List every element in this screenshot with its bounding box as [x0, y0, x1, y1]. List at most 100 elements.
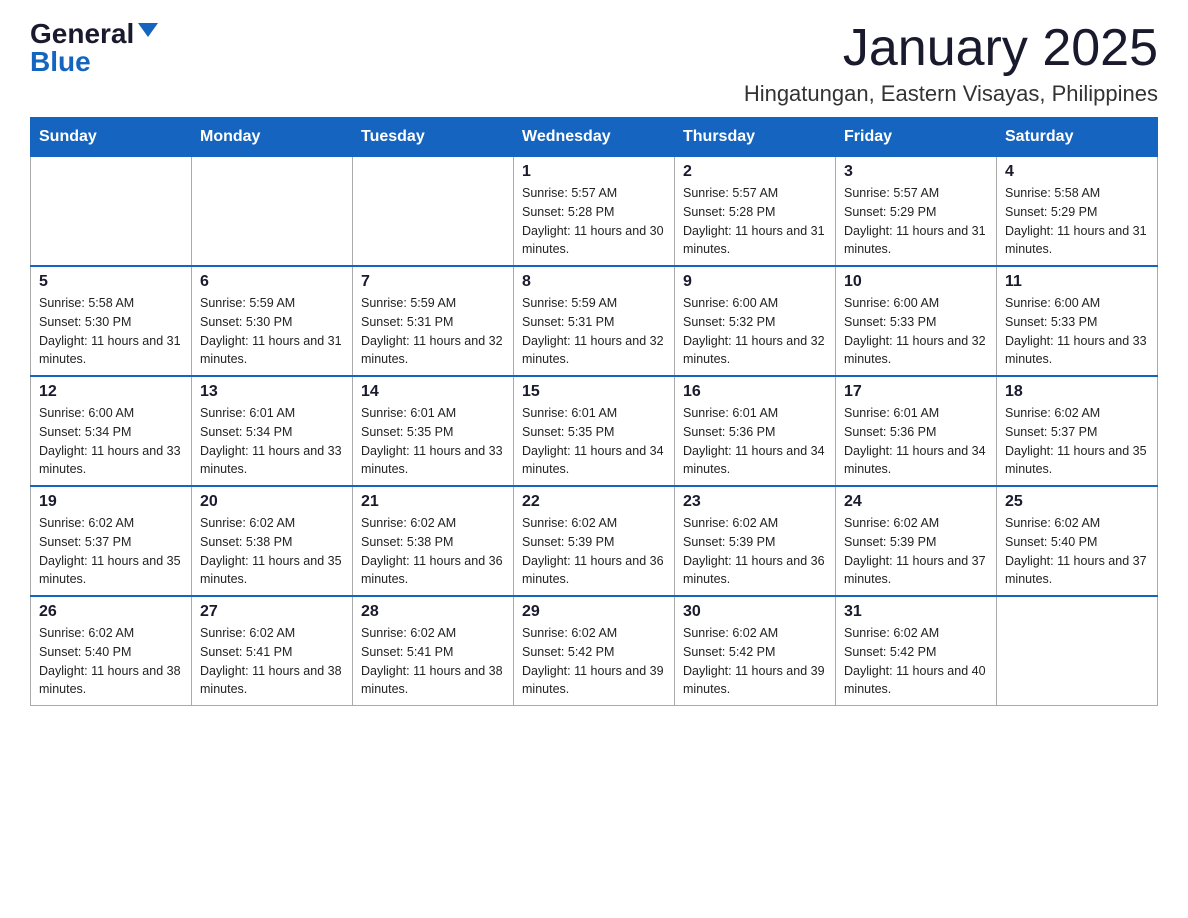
calendar-cell: 18Sunrise: 6:02 AM Sunset: 5:37 PM Dayli… [997, 376, 1158, 486]
day-info: Sunrise: 6:00 AM Sunset: 5:33 PM Dayligh… [1005, 294, 1149, 369]
day-number: 24 [844, 493, 988, 511]
calendar-cell: 26 Sunrise: 6:02 AM Sunset: 5:40 PM Dayli… [31, 596, 192, 706]
day-number: 16 [683, 383, 827, 401]
day-info: Sunrise: 5:57 AM Sunset: 5:28 PM Dayligh… [522, 184, 666, 259]
day-number: 11 [1005, 273, 1149, 291]
day-info: Sunrise: 6:02 AM Sunset: 5:39 PM Dayligh… [844, 514, 988, 589]
calendar-cell: 9Sunrise: 6:00 AM Sunset: 5:32 PM Daylig… [675, 266, 836, 376]
calendar-cell [353, 157, 514, 267]
calendar-cell: 10 Sunrise: 6:00 AM Sunset: 5:33 PM Dayli… [836, 266, 997, 376]
day-number: 19 [39, 493, 183, 511]
day-info: Sunrise: 6:00 AM Sunset: 5:33 PM Dayligh… [844, 294, 988, 369]
day-info: Sunrise: 6:02 AM Sunset: 5:40 PM Dayligh… [1005, 514, 1149, 589]
day-info: Sunrise: 6:02 AM Sunset: 5:38 PM Dayligh… [361, 514, 505, 589]
day-number: 26 [39, 603, 183, 621]
calendar-title: January 2025 [744, 20, 1158, 77]
calendar-cell: 30 Sunrise: 6:02 AM Sunset: 5:42 PM Dayli… [675, 596, 836, 706]
day-number: 20 [200, 493, 344, 511]
day-info: Sunrise: 5:58 AM Sunset: 5:29 PM Dayligh… [1005, 184, 1149, 259]
calendar-week-row: 19 Sunrise: 6:02 AM Sunset: 5:37 PM Dayli… [31, 486, 1158, 596]
calendar-cell: 12 Sunrise: 6:00 AM Sunset: 5:34 PM Dayli… [31, 376, 192, 486]
day-info: Sunrise: 6:02 AM Sunset: 5:41 PM Dayligh… [361, 624, 505, 699]
day-info: Sunrise: 5:59 AM Sunset: 5:31 PM Dayligh… [522, 294, 666, 369]
calendar-cell: 20Sunrise: 6:02 AM Sunset: 5:38 PM Dayli… [192, 486, 353, 596]
day-info: Sunrise: 6:01 AM Sunset: 5:35 PM Dayligh… [522, 404, 666, 479]
calendar-cell: 19 Sunrise: 6:02 AM Sunset: 5:37 PM Dayli… [31, 486, 192, 596]
logo-blue: Blue [30, 48, 91, 76]
day-number: 31 [844, 603, 988, 621]
logo-triangle-icon [138, 23, 158, 37]
calendar-cell: 14 Sunrise: 6:01 AM Sunset: 5:35 PM Dayli… [353, 376, 514, 486]
day-info: Sunrise: 6:02 AM Sunset: 5:42 PM Dayligh… [844, 624, 988, 699]
calendar-cell: 27 Sunrise: 6:02 AM Sunset: 5:41 PM Dayli… [192, 596, 353, 706]
day-info: Sunrise: 6:01 AM Sunset: 5:35 PM Dayligh… [361, 404, 505, 479]
day-info: Sunrise: 6:00 AM Sunset: 5:34 PM Dayligh… [39, 404, 183, 479]
logo-general: General [30, 20, 134, 48]
calendar-cell [192, 157, 353, 267]
day-number: 6 [200, 273, 344, 291]
day-number: 2 [683, 163, 827, 181]
calendar-cell: 28 Sunrise: 6:02 AM Sunset: 5:41 PM Dayli… [353, 596, 514, 706]
calendar-cell: 24 Sunrise: 6:02 AM Sunset: 5:39 PM Dayli… [836, 486, 997, 596]
calendar-cell: 23Sunrise: 6:02 AM Sunset: 5:39 PM Dayli… [675, 486, 836, 596]
day-info: Sunrise: 5:57 AM Sunset: 5:28 PM Dayligh… [683, 184, 827, 259]
calendar-cell: 5 Sunrise: 5:58 AM Sunset: 5:30 PM Daylig… [31, 266, 192, 376]
calendar-week-row: 5 Sunrise: 5:58 AM Sunset: 5:30 PM Daylig… [31, 266, 1158, 376]
calendar-cell: 31 Sunrise: 6:02 AM Sunset: 5:42 PM Dayli… [836, 596, 997, 706]
day-number: 5 [39, 273, 183, 291]
day-number: 17 [844, 383, 988, 401]
day-number: 1 [522, 163, 666, 181]
calendar-week-row: 26 Sunrise: 6:02 AM Sunset: 5:40 PM Dayli… [31, 596, 1158, 706]
day-number: 28 [361, 603, 505, 621]
calendar-header-row: SundayMondayTuesdayWednesdayThursdayFrid… [31, 118, 1158, 157]
day-info: Sunrise: 6:02 AM Sunset: 5:42 PM Dayligh… [683, 624, 827, 699]
title-block: January 2025 Hingatungan, Eastern Visaya… [744, 20, 1158, 107]
day-number: 14 [361, 383, 505, 401]
calendar-cell: 16 Sunrise: 6:01 AM Sunset: 5:36 PM Dayli… [675, 376, 836, 486]
page-header: General Blue January 2025 Hingatungan, E… [30, 20, 1158, 107]
day-info: Sunrise: 6:01 AM Sunset: 5:36 PM Dayligh… [683, 404, 827, 479]
calendar-table: SundayMondayTuesdayWednesdayThursdayFrid… [30, 117, 1158, 706]
day-info: Sunrise: 6:01 AM Sunset: 5:34 PM Dayligh… [200, 404, 344, 479]
calendar-week-row: 12 Sunrise: 6:00 AM Sunset: 5:34 PM Dayli… [31, 376, 1158, 486]
calendar-week-row: 1 Sunrise: 5:57 AM Sunset: 5:28 PM Daylig… [31, 157, 1158, 267]
calendar-cell: 29 Sunrise: 6:02 AM Sunset: 5:42 PM Dayli… [514, 596, 675, 706]
day-info: Sunrise: 6:02 AM Sunset: 5:37 PM Dayligh… [39, 514, 183, 589]
column-header-friday: Friday [836, 118, 997, 157]
column-header-sunday: Sunday [31, 118, 192, 157]
calendar-cell: 22 Sunrise: 6:02 AM Sunset: 5:39 PM Dayli… [514, 486, 675, 596]
day-number: 3 [844, 163, 988, 181]
calendar-cell: 11 Sunrise: 6:00 AM Sunset: 5:33 PM Dayli… [997, 266, 1158, 376]
calendar-cell: 8Sunrise: 5:59 AM Sunset: 5:31 PM Daylig… [514, 266, 675, 376]
column-header-saturday: Saturday [997, 118, 1158, 157]
day-number: 4 [1005, 163, 1149, 181]
day-number: 27 [200, 603, 344, 621]
day-number: 12 [39, 383, 183, 401]
logo: General Blue [30, 20, 158, 76]
day-number: 22 [522, 493, 666, 511]
day-number: 18 [1005, 383, 1149, 401]
day-number: 10 [844, 273, 988, 291]
day-info: Sunrise: 5:59 AM Sunset: 5:30 PM Dayligh… [200, 294, 344, 369]
column-header-monday: Monday [192, 118, 353, 157]
day-number: 29 [522, 603, 666, 621]
day-number: 30 [683, 603, 827, 621]
day-info: Sunrise: 6:01 AM Sunset: 5:36 PM Dayligh… [844, 404, 988, 479]
day-number: 7 [361, 273, 505, 291]
calendar-subtitle: Hingatungan, Eastern Visayas, Philippine… [744, 81, 1158, 107]
calendar-cell: 15Sunrise: 6:01 AM Sunset: 5:35 PM Dayli… [514, 376, 675, 486]
day-info: Sunrise: 6:02 AM Sunset: 5:40 PM Dayligh… [39, 624, 183, 699]
calendar-cell: 17 Sunrise: 6:01 AM Sunset: 5:36 PM Dayli… [836, 376, 997, 486]
calendar-cell: 21Sunrise: 6:02 AM Sunset: 5:38 PM Dayli… [353, 486, 514, 596]
day-info: Sunrise: 5:57 AM Sunset: 5:29 PM Dayligh… [844, 184, 988, 259]
day-info: Sunrise: 6:02 AM Sunset: 5:42 PM Dayligh… [522, 624, 666, 699]
day-info: Sunrise: 6:02 AM Sunset: 5:41 PM Dayligh… [200, 624, 344, 699]
calendar-cell: 3 Sunrise: 5:57 AM Sunset: 5:29 PM Daylig… [836, 157, 997, 267]
day-info: Sunrise: 6:02 AM Sunset: 5:39 PM Dayligh… [522, 514, 666, 589]
calendar-cell [31, 157, 192, 267]
calendar-cell: 4 Sunrise: 5:58 AM Sunset: 5:29 PM Daylig… [997, 157, 1158, 267]
calendar-cell: 25Sunrise: 6:02 AM Sunset: 5:40 PM Dayli… [997, 486, 1158, 596]
day-info: Sunrise: 5:58 AM Sunset: 5:30 PM Dayligh… [39, 294, 183, 369]
column-header-wednesday: Wednesday [514, 118, 675, 157]
calendar-cell: 13Sunrise: 6:01 AM Sunset: 5:34 PM Dayli… [192, 376, 353, 486]
